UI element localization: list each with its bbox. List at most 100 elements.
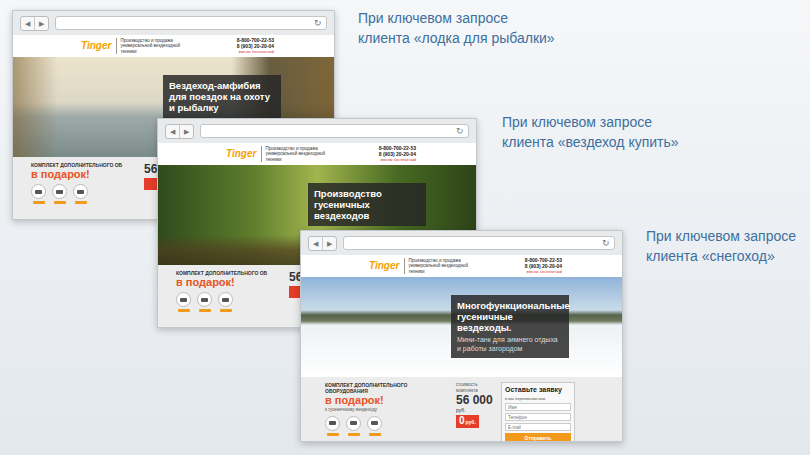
caption-line: При ключевом запросе: [358, 8, 555, 28]
forward-icon[interactable]: ▶: [322, 237, 336, 250]
logo[interactable]: Tinger: [369, 260, 399, 272]
browser-toolbar: ◀▶ ↻: [13, 11, 334, 35]
nav-buttons: ◀▶: [308, 236, 337, 251]
equipment-icon: [56, 190, 63, 194]
gift-offer: КОМПЛЕКТ ДОПОЛНИТЕЛЬНОГО ОБОРУДОВАНИЯв п…: [301, 377, 622, 441]
gift-item: [367, 416, 382, 436]
nav-buttons: ◀▶: [20, 16, 49, 31]
address-bar[interactable]: ↻: [343, 236, 615, 250]
offer-left: КОМПЛЕКТ ДОПОЛНИТЕЛЬНОГО ОБв подарок!: [176, 270, 284, 327]
phone-note: звонок бесплатный: [525, 269, 562, 274]
gift-label-bar: [33, 201, 45, 204]
price: 56 000: [456, 393, 493, 407]
gift-label-bar: [75, 201, 87, 204]
gift-item: [325, 416, 340, 436]
gift-note: к гусеничному вездеходу: [325, 407, 451, 413]
caption-line: При ключевом запросе: [502, 112, 679, 132]
form-field[interactable]: [505, 423, 571, 431]
gift-item: [346, 416, 361, 436]
gift-item: [197, 292, 212, 312]
logo[interactable]: Tinger: [226, 148, 256, 160]
offer-heading: КОМПЛЕКТ ДОПОЛНИТЕЛЬНОГО ОБОРУДОВАНИЯ: [325, 382, 451, 394]
refresh-icon[interactable]: ↻: [456, 126, 464, 136]
gift-item-icon: [325, 416, 340, 431]
price-label: стоимость комплекта: [456, 382, 496, 393]
phones: 8-800-700-22-538 (903) 20-20-04звонок бе…: [525, 258, 562, 275]
gift-items: [31, 184, 139, 204]
phone-note: звонок бесплатный: [379, 157, 416, 162]
caption-line: При ключевом запросе: [646, 226, 796, 246]
hero-caption: Вездеход-амфибия для поездок на охоту и …: [163, 75, 281, 118]
landing-page: Tinger Производство и продажа универсальн…: [301, 255, 622, 441]
equipment-icon: [222, 298, 229, 302]
site-header: Tinger Производство и продажа универсальн…: [158, 143, 476, 165]
gift-item-icon: [218, 292, 233, 307]
refresh-icon[interactable]: ↻: [314, 18, 322, 28]
site-header: Tinger Производство и продажа универсальн…: [301, 255, 622, 277]
back-icon[interactable]: ◀: [166, 125, 179, 138]
nav-buttons: ◀▶: [165, 124, 194, 139]
equipment-icon: [77, 190, 84, 194]
hero-title: Многофункциональные гусеничные вездеходы…: [457, 300, 563, 333]
offer-left: КОМПЛЕКТ ДОПОЛНИТЕЛЬНОГО ОБв подарок!: [31, 162, 139, 219]
hero-caption: Производство гусеничных вездеходов: [308, 183, 426, 226]
keyword-caption: При ключевом запросеклиента «снегоход»: [646, 226, 796, 266]
gift-label-bar: [348, 433, 360, 436]
currency: руб.: [456, 407, 466, 413]
form-note: и мы перезвоним вам: [505, 396, 571, 401]
offer-gift: в подарок!: [176, 276, 284, 289]
keyword-caption: При ключевом запросеклиента «вездеход ку…: [502, 112, 679, 152]
offer-gift: в подарок!: [325, 394, 451, 407]
form-field[interactable]: [505, 403, 571, 411]
refresh-icon[interactable]: ↻: [602, 238, 610, 248]
phone-number: 8-800-700-22-53: [379, 146, 416, 152]
submit-button[interactable]: Отправить: [505, 433, 571, 442]
back-icon[interactable]: ◀: [309, 237, 322, 250]
caption-line: клиента «вездеход купить»: [502, 132, 679, 152]
price: 56: [144, 162, 157, 176]
gift-item-icon: [197, 292, 212, 307]
equipment-icon: [350, 421, 357, 425]
equipment-icon: [201, 298, 208, 302]
site-header: Tinger Производство и продажа универсальн…: [13, 35, 334, 57]
address-bar[interactable]: ↻: [55, 16, 327, 30]
form-field[interactable]: [505, 413, 571, 421]
address-bar[interactable]: ↻: [200, 124, 469, 138]
tagline: Производство и продажа универсальной вез…: [404, 258, 472, 275]
phone-number: 8-800-700-22-53: [525, 258, 562, 264]
hero-caption: Многофункциональные гусеничные вездеходы…: [451, 295, 569, 358]
back-icon[interactable]: ◀: [21, 17, 34, 30]
phones: 8-800-700-22-538 (903) 20-20-04звонок бе…: [379, 146, 416, 163]
gift-items: [325, 416, 451, 436]
gift-item: [218, 292, 233, 312]
forward-icon[interactable]: ▶: [179, 125, 193, 138]
phone-note: звонок бесплатный: [237, 49, 274, 54]
new-price-currency: руб.: [466, 416, 476, 428]
gift-item: [176, 292, 191, 312]
gift-item-icon: [367, 416, 382, 431]
equipment-icon: [371, 421, 378, 425]
gift-label-bar: [369, 433, 381, 436]
gift-label-bar: [178, 309, 190, 312]
phone-number: 8 (903) 20-20-04: [379, 152, 416, 158]
gift-label-bar: [199, 309, 211, 312]
equipment-icon: [329, 421, 336, 425]
request-form: Оставьте заявкуи мы перезвоним вамОтправ…: [501, 382, 575, 442]
offer-heading: КОМПЛЕКТ ДОПОЛНИТЕЛЬНОГО ОБ: [176, 270, 284, 276]
gift-item: [31, 184, 46, 204]
gift-label-bar: [220, 309, 232, 312]
tagline: Производство и продажа универсальной вез…: [261, 146, 329, 163]
price-block: стоимость комплекта56 000руб.0руб.: [456, 382, 496, 441]
offer-left: КОМПЛЕКТ ДОПОЛНИТЕЛЬНОГО ОБОРУДОВАНИЯв п…: [325, 382, 451, 441]
browser-toolbar: ◀▶ ↻: [158, 119, 476, 143]
forward-icon[interactable]: ▶: [34, 17, 48, 30]
gift-label-bar: [54, 201, 66, 204]
logo[interactable]: Tinger: [81, 40, 111, 52]
tagline: Производство и продажа универсальной вез…: [116, 38, 184, 55]
gift-items: [176, 292, 284, 312]
phones: 8-800-700-22-538 (903) 20-20-04звонок бе…: [237, 38, 274, 55]
hero-title: Производство гусеничных вездеходов: [314, 188, 420, 221]
gift-label-bar: [327, 433, 339, 436]
gift-item: [73, 184, 88, 204]
gift-item-icon: [176, 292, 191, 307]
